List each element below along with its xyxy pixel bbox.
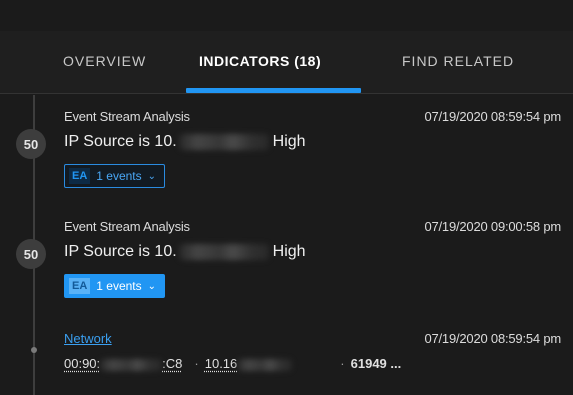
redacted-mac — [100, 358, 163, 371]
tab-bar: OVERVIEW INDICATORS (18) FIND RELATED — [0, 31, 573, 94]
indicator-source: Event Stream Analysis — [64, 109, 190, 124]
ea-tag: EA — [69, 168, 91, 184]
ea-tag: EA — [69, 278, 91, 294]
indicators-list: 50 Event Stream Analysis 07/19/2020 08:5… — [0, 95, 573, 395]
chevron-down-icon: ⌄ — [147, 170, 157, 182]
tab-overview[interactable]: OVERVIEW — [63, 53, 146, 69]
indicator-description[interactable]: IP Source is 10. High — [64, 243, 306, 261]
risk-score-badge: 50 — [16, 239, 46, 269]
network-link[interactable]: Network — [64, 331, 112, 346]
separator-dot: · — [194, 356, 199, 371]
events-toggle-button[interactable]: EA 1 events ⌄ — [64, 164, 166, 188]
network-event-details: 00:90::C8 · 10.16 · 61949 ... — [64, 356, 401, 371]
mac-address[interactable]: 00:90::C8 — [64, 356, 182, 371]
description-prefix: IP Source is 10. — [64, 243, 177, 260]
redacted-ip — [178, 244, 269, 260]
events-count: 1 events — [96, 279, 142, 293]
description-suffix: High — [272, 133, 306, 150]
indicator-description[interactable]: IP Source is 10. High — [64, 133, 306, 151]
description-suffix: High — [272, 243, 306, 260]
events-count: 1 events — [96, 169, 142, 183]
event-timestamp: 07/19/2020 08:59:54 pm — [424, 331, 561, 346]
separator-dot: · — [340, 356, 345, 371]
port-value: 61949 ... — [350, 356, 402, 371]
tab-indicators[interactable]: INDICATORS (18) — [199, 53, 321, 69]
timeline-dot — [31, 347, 37, 353]
indicator-timestamp: 07/19/2020 09:00:58 pm — [424, 219, 561, 234]
redacted-ip — [178, 134, 269, 150]
chevron-down-icon: ⌄ — [147, 280, 157, 292]
risk-score-badge: 50 — [16, 129, 46, 159]
tab-find-related[interactable]: FIND RELATED — [402, 53, 514, 69]
events-toggle-button[interactable]: EA 1 events ⌄ — [64, 274, 166, 298]
top-bar — [0, 0, 573, 31]
active-tab-indicator — [186, 88, 361, 93]
indicator-source: Event Stream Analysis — [64, 219, 190, 234]
redacted-ip — [237, 358, 293, 371]
description-prefix: IP Source is 10. — [64, 133, 177, 150]
ip-address[interactable]: 10.16 — [205, 356, 293, 371]
indicator-timestamp: 07/19/2020 08:59:54 pm — [424, 109, 561, 124]
